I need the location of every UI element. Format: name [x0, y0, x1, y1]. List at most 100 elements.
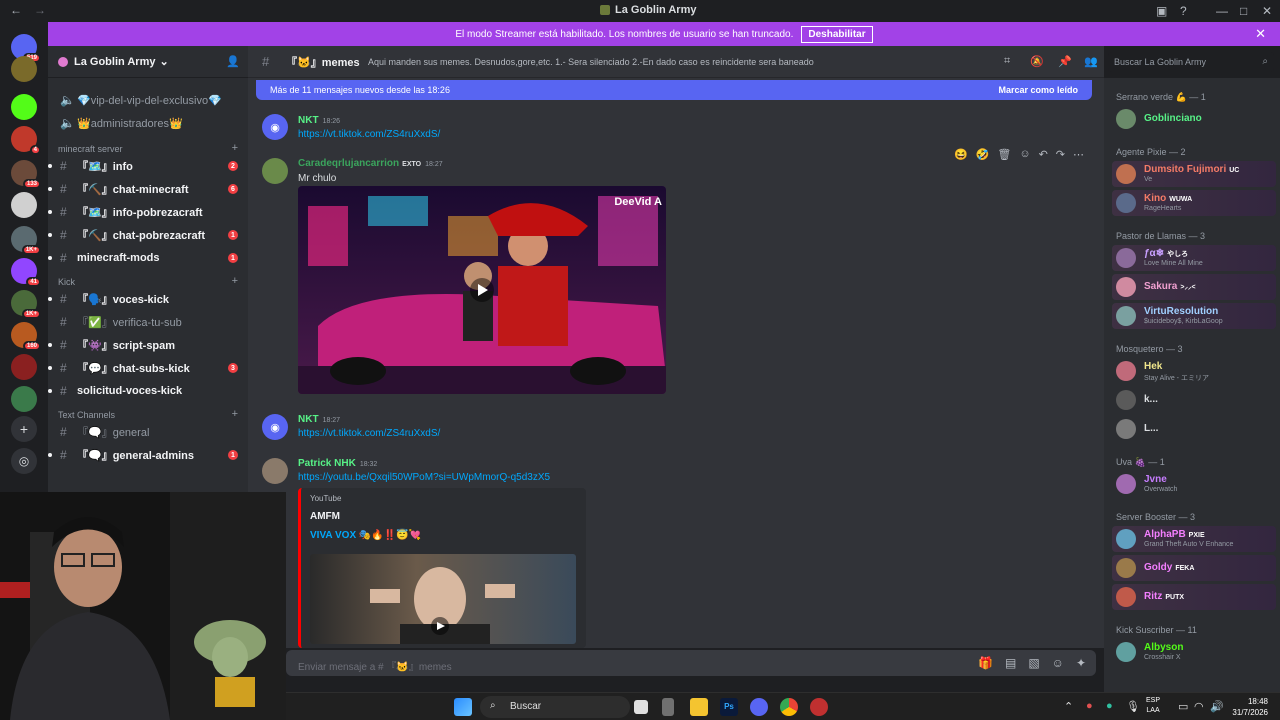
chevron-up-icon[interactable]: ⌃ [1064, 700, 1073, 713]
server-icon[interactable] [11, 192, 37, 218]
close-window-icon[interactable]: ✕ [1262, 4, 1272, 18]
add-reaction-icon[interactable]: ☺ [1019, 148, 1030, 161]
member-list-icon[interactable]: 👥 [1084, 55, 1098, 68]
minimize-icon[interactable]: — [1216, 4, 1228, 18]
member-item[interactable]: Albyson Crosshair X [1112, 639, 1276, 665]
member-item[interactable]: k... [1112, 387, 1276, 413]
gif-icon[interactable]: ▤ [1005, 656, 1016, 670]
member-item[interactable]: Goblinciano [1112, 106, 1276, 132]
member-item[interactable]: L... [1112, 416, 1276, 442]
close-icon[interactable]: ✕ [1255, 26, 1266, 42]
embed-author[interactable]: AMFM [310, 511, 340, 522]
member-item[interactable]: Sakura >⸝⸝< [1112, 274, 1276, 300]
task-view-icon[interactable] [634, 700, 648, 714]
discord-icon[interactable] [750, 698, 768, 716]
server-icon[interactable] [11, 354, 37, 380]
member-item[interactable]: ƒα❄ やしろ Love Mine All Mine [1112, 245, 1276, 271]
server-icon[interactable] [11, 94, 37, 120]
create-channel-icon[interactable]: + [232, 408, 238, 420]
message-link[interactable]: https://youtu.be/Qxqil50WPoM?si=UWpMmorQ… [298, 472, 550, 483]
reaction-icon[interactable]: 🗑 [997, 148, 1011, 161]
member-item[interactable]: Hek Stay Alive - エミリア [1112, 358, 1276, 384]
sticker-icon[interactable]: ▧ [1028, 656, 1039, 670]
avatar[interactable] [262, 158, 288, 184]
channel-item[interactable]: # 『💬』chat-subs-kick 3 [48, 358, 248, 378]
threads-icon[interactable]: ⌗ [1004, 55, 1010, 68]
channel-item[interactable]: # minecraft-mods 1 [48, 248, 248, 268]
message-link[interactable]: https://vt.tiktok.com/ZS4ruXxdS/ [298, 129, 440, 140]
channel-item[interactable]: # 『🗨️』general-admins 1 [48, 445, 248, 465]
help-icon[interactable]: ? [1180, 4, 1187, 18]
clock[interactable]: 18:48 31/7/2026 [1232, 696, 1268, 718]
reaction-icon[interactable]: 🤣 [976, 148, 990, 161]
channel-item[interactable]: 🔈 👑administradores👑 [48, 113, 248, 133]
avatar[interactable]: ◉ [262, 414, 288, 440]
member-item[interactable]: Ritz PUTX [1112, 584, 1276, 610]
server-icon[interactable] [11, 56, 37, 82]
message-author[interactable]: NKT 18:27 [298, 414, 340, 425]
mark-as-read-button[interactable]: Marcar como leído [998, 85, 1078, 95]
reply-icon[interactable]: ↶ [1039, 148, 1048, 161]
reaction-icon[interactable]: 😆 [954, 148, 968, 161]
tray-app-icon[interactable]: ● [1086, 700, 1093, 712]
apps-icon[interactable]: ✦ [1076, 656, 1086, 670]
search-input[interactable]: Buscar La Goblin Army ⌕ [1108, 52, 1274, 72]
member-item[interactable]: Goldy FEKA [1112, 555, 1276, 581]
notification-bell-icon[interactable]: 🔕 [1030, 55, 1044, 68]
more-icon[interactable]: ⋯ [1073, 148, 1084, 161]
message-link[interactable]: https://vt.tiktok.com/ZS4ruXxdS/ [298, 428, 440, 439]
server-header[interactable]: La Goblin Army ⌄ 👤 [48, 46, 248, 78]
forward-arrow-icon[interactable]: → [34, 3, 46, 17]
invite-icon[interactable]: 👤 [226, 55, 240, 68]
display-icon[interactable]: ▭ [1178, 700, 1188, 713]
channel-item[interactable]: # 『👾』script-spam [48, 335, 248, 355]
taskbar-search[interactable]: ⌕ Buscar [480, 696, 630, 718]
avatar[interactable] [262, 458, 288, 484]
server-icon[interactable]: 1K+ [11, 226, 41, 255]
channel-item[interactable]: # 『⛏️』chat-pobrezacraft 1 [48, 225, 248, 245]
avatar[interactable]: ◉ [262, 114, 288, 140]
start-icon[interactable] [454, 698, 472, 716]
message-author[interactable]: Caradeqrlujancarrion EXTO 18:27 [298, 158, 443, 169]
inbox-icon[interactable]: ▣ [1156, 4, 1167, 18]
channel-item[interactable]: # 『🗺️』info 2 [48, 156, 248, 176]
category-header[interactable]: Kick [58, 277, 75, 287]
server-icon[interactable] [11, 386, 37, 412]
channel-item[interactable]: # 『🗺️』info-pobrezacraft [48, 202, 248, 222]
app-icon[interactable] [662, 698, 674, 716]
photoshop-icon[interactable]: Ps [720, 698, 738, 716]
wifi-icon[interactable]: ◠ [1194, 700, 1204, 713]
add-server-icon[interactable]: + [11, 416, 37, 442]
microphone-icon[interactable]: 🎙 [1126, 700, 1140, 713]
member-item[interactable]: AlphaPB PXIE Grand Theft Auto V Enhance [1112, 526, 1276, 552]
member-item[interactable]: Dumsito Fujimori UC Ve [1112, 161, 1276, 187]
server-icon[interactable]: 133 [11, 160, 41, 189]
embed-title[interactable]: VIVA VOX 🎭🔥‼️😇💘 [310, 530, 421, 541]
disable-streamer-button[interactable]: Deshabilitar [801, 25, 873, 43]
server-icon[interactable]: 1K+ [11, 290, 41, 319]
server-icon[interactable]: 4 [11, 126, 41, 155]
member-item[interactable]: Kino WUWA RageHearts [1112, 190, 1276, 216]
video-attachment[interactable]: DeeVid A [298, 186, 666, 394]
embed-thumbnail[interactable] [310, 554, 576, 644]
message-input[interactable]: Enviar mensaje a # 『🐱』memes 🎁 ▤ ▧ ☺ ✦ [286, 650, 1096, 676]
member-item[interactable]: VirtuResolution $uicideboy$, KirbLaGoop [1112, 303, 1276, 329]
volume-icon[interactable]: 🔊 [1210, 700, 1224, 713]
channel-item[interactable]: # 『✅』verifica-tu-sub [48, 312, 248, 332]
new-messages-bar[interactable]: Más de 11 mensajes nuevos desde las 18:2… [256, 80, 1092, 100]
app-icon[interactable] [810, 698, 828, 716]
server-icon[interactable]: 160 [11, 322, 41, 351]
maximize-icon[interactable]: □ [1240, 4, 1247, 18]
chrome-icon[interactable] [780, 698, 798, 716]
create-channel-icon[interactable]: + [232, 275, 238, 287]
discover-icon[interactable]: ◎ [11, 448, 37, 474]
member-item[interactable]: Jvne Overwatch [1112, 471, 1276, 497]
forward-icon[interactable]: ↷ [1056, 148, 1065, 161]
category-header[interactable]: minecraft server [58, 144, 123, 154]
emoji-icon[interactable]: ☺ [1052, 656, 1064, 670]
message-author[interactable]: Patrick NHK 18:32 [298, 458, 377, 469]
category-header[interactable]: Text Channels [58, 410, 115, 420]
channel-item[interactable]: # solicitud-voces-kick [48, 381, 248, 401]
message-author[interactable]: NKT 18:26 [298, 115, 340, 126]
tray-app-icon[interactable]: ● [1106, 700, 1113, 712]
